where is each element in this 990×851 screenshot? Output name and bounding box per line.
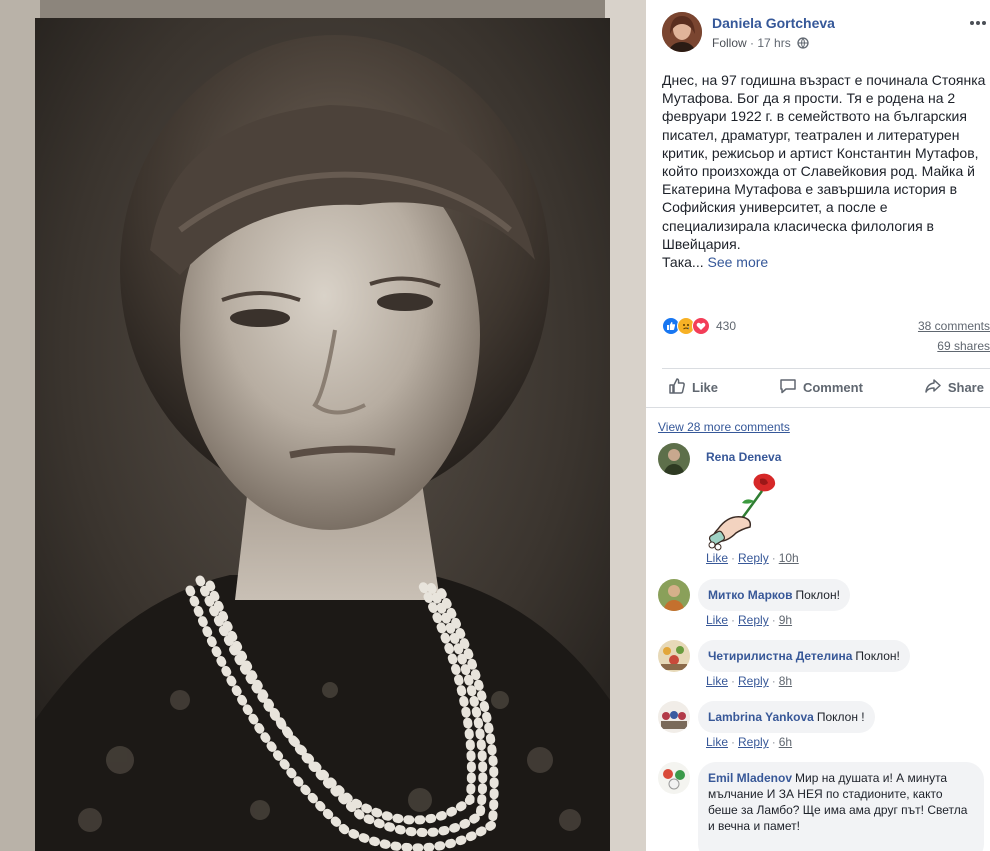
comment-bubble: Lambrina Yankova Поклон ! bbox=[698, 701, 875, 733]
like-label: Like bbox=[692, 379, 719, 395]
reaction-count[interactable]: 430 bbox=[716, 319, 736, 333]
comment-like-link[interactable]: Like bbox=[706, 735, 728, 749]
comment-actions: Like · Reply · 6h bbox=[706, 735, 792, 749]
commenter-avatar[interactable] bbox=[658, 579, 690, 611]
commenter-name[interactable]: Emil Mladenov bbox=[708, 771, 792, 785]
comment-bubble: Митко Марков Поклон! bbox=[698, 579, 850, 611]
comment-reply-link[interactable]: Reply bbox=[738, 735, 769, 749]
comment-reply-link[interactable]: Reply bbox=[738, 551, 769, 565]
separator: · bbox=[731, 674, 736, 688]
comment-like-link[interactable]: Like bbox=[706, 551, 728, 565]
comment-item: Митко Марков Поклон! Like · Reply · 9h bbox=[658, 579, 990, 629]
post-header: Daniela Gortcheva Follow · 17 hrs bbox=[662, 12, 990, 56]
comment-button[interactable]: Comment bbox=[773, 369, 869, 405]
more-dots-icon[interactable] bbox=[966, 14, 990, 34]
separator: · bbox=[731, 735, 736, 749]
comment-actions: Like · Reply · 8h bbox=[706, 674, 792, 688]
comment-actions: Like · Reply · 9h bbox=[706, 613, 792, 627]
commenter-avatar[interactable] bbox=[658, 701, 690, 733]
portrait-photo-image bbox=[0, 0, 646, 851]
comment-time[interactable]: 6h bbox=[779, 735, 792, 749]
separator: · bbox=[771, 613, 776, 627]
comments-count-link[interactable]: 38 comments bbox=[918, 319, 990, 333]
commenter-avatar[interactable] bbox=[658, 443, 690, 475]
divider bbox=[646, 407, 990, 408]
commenter-name[interactable]: Lambrina Yankova bbox=[708, 710, 814, 724]
separator: · bbox=[731, 551, 736, 565]
comment-reply-link[interactable]: Reply bbox=[738, 674, 769, 688]
comment-item: Emil Mladenov Мир на душата и! А минута м… bbox=[658, 762, 990, 851]
post-body: Днес, на 97 годишна възраст е починала С… bbox=[662, 72, 986, 252]
post-stats: 430 38 comments 69 shares bbox=[662, 314, 990, 356]
comment-time[interactable]: 10h bbox=[779, 551, 799, 565]
separator: · bbox=[771, 674, 776, 688]
comment-text: Поклон ! bbox=[816, 710, 865, 724]
post-time[interactable]: 17 hrs bbox=[757, 36, 790, 50]
share-label: Share bbox=[947, 379, 984, 395]
comment-time[interactable]: 8h bbox=[779, 674, 792, 688]
comment-label: Comment bbox=[802, 379, 863, 395]
author-name[interactable]: Daniela Gortcheva bbox=[712, 15, 835, 31]
like-thumb-icon bbox=[668, 377, 692, 398]
see-more-link[interactable]: See more bbox=[708, 254, 769, 270]
post-meta: Follow · 17 hrs bbox=[712, 36, 809, 52]
shares-count-link[interactable]: 69 shares bbox=[937, 339, 990, 353]
like-button[interactable]: Like bbox=[662, 369, 724, 405]
comment-text: Поклон! bbox=[795, 588, 840, 602]
meta-separator: · bbox=[750, 36, 755, 50]
share-arrow-icon bbox=[924, 377, 948, 398]
comment-bubble-icon bbox=[779, 377, 803, 398]
comment-like-link[interactable]: Like bbox=[706, 613, 728, 627]
comment-item: Rena Deneva Like · Reply · 10h bbox=[658, 443, 990, 573]
commenter-name[interactable]: Митко Марков bbox=[708, 588, 792, 602]
post-text-tail: Така... bbox=[662, 254, 704, 271]
post-photo[interactable] bbox=[0, 0, 646, 851]
hand-with-rose-sticker bbox=[706, 471, 782, 556]
commenter-name[interactable]: Четирилистна Детелина bbox=[708, 649, 852, 663]
post-side-panel: Daniela Gortcheva Follow · 17 hrs Днес, … bbox=[646, 0, 990, 851]
view-more-comments-link[interactable]: View 28 more comments bbox=[658, 420, 790, 434]
comment-item: Четирилистна Детелина Поклон! Like · Reply ·… bbox=[658, 640, 990, 690]
love-reaction-icon bbox=[692, 317, 710, 335]
commenter-avatar[interactable] bbox=[658, 762, 690, 794]
post-actions: Like Comment Share bbox=[662, 369, 990, 405]
separator: · bbox=[771, 735, 776, 749]
comment-time[interactable]: 9h bbox=[779, 613, 792, 627]
share-button[interactable]: Share bbox=[918, 369, 990, 405]
commenter-name[interactable]: Rena Deneva bbox=[706, 450, 781, 464]
post-text: Днес, на 97 годишна възраст е починала С… bbox=[662, 71, 990, 271]
comment-bubble: Emil Mladenov Мир на душата и! А минута м… bbox=[698, 762, 984, 851]
commenter-avatar[interactable] bbox=[658, 640, 690, 672]
follow-link[interactable]: Follow bbox=[712, 36, 747, 50]
comment-reply-link[interactable]: Reply bbox=[738, 613, 769, 627]
reactions-summary[interactable]: 430 bbox=[662, 316, 736, 336]
comment-text: Поклон! bbox=[855, 649, 900, 663]
separator: · bbox=[771, 551, 776, 565]
separator: · bbox=[731, 613, 736, 627]
globe-icon bbox=[797, 37, 809, 52]
comment-item: Lambrina Yankova Поклон ! Like · Reply · 6h bbox=[658, 701, 990, 751]
comment-actions: Like · Reply · 10h bbox=[706, 551, 799, 565]
comment-bubble: Четирилистна Детелина Поклон! bbox=[698, 640, 910, 672]
comment-like-link[interactable]: Like bbox=[706, 674, 728, 688]
author-avatar[interactable] bbox=[662, 12, 702, 52]
